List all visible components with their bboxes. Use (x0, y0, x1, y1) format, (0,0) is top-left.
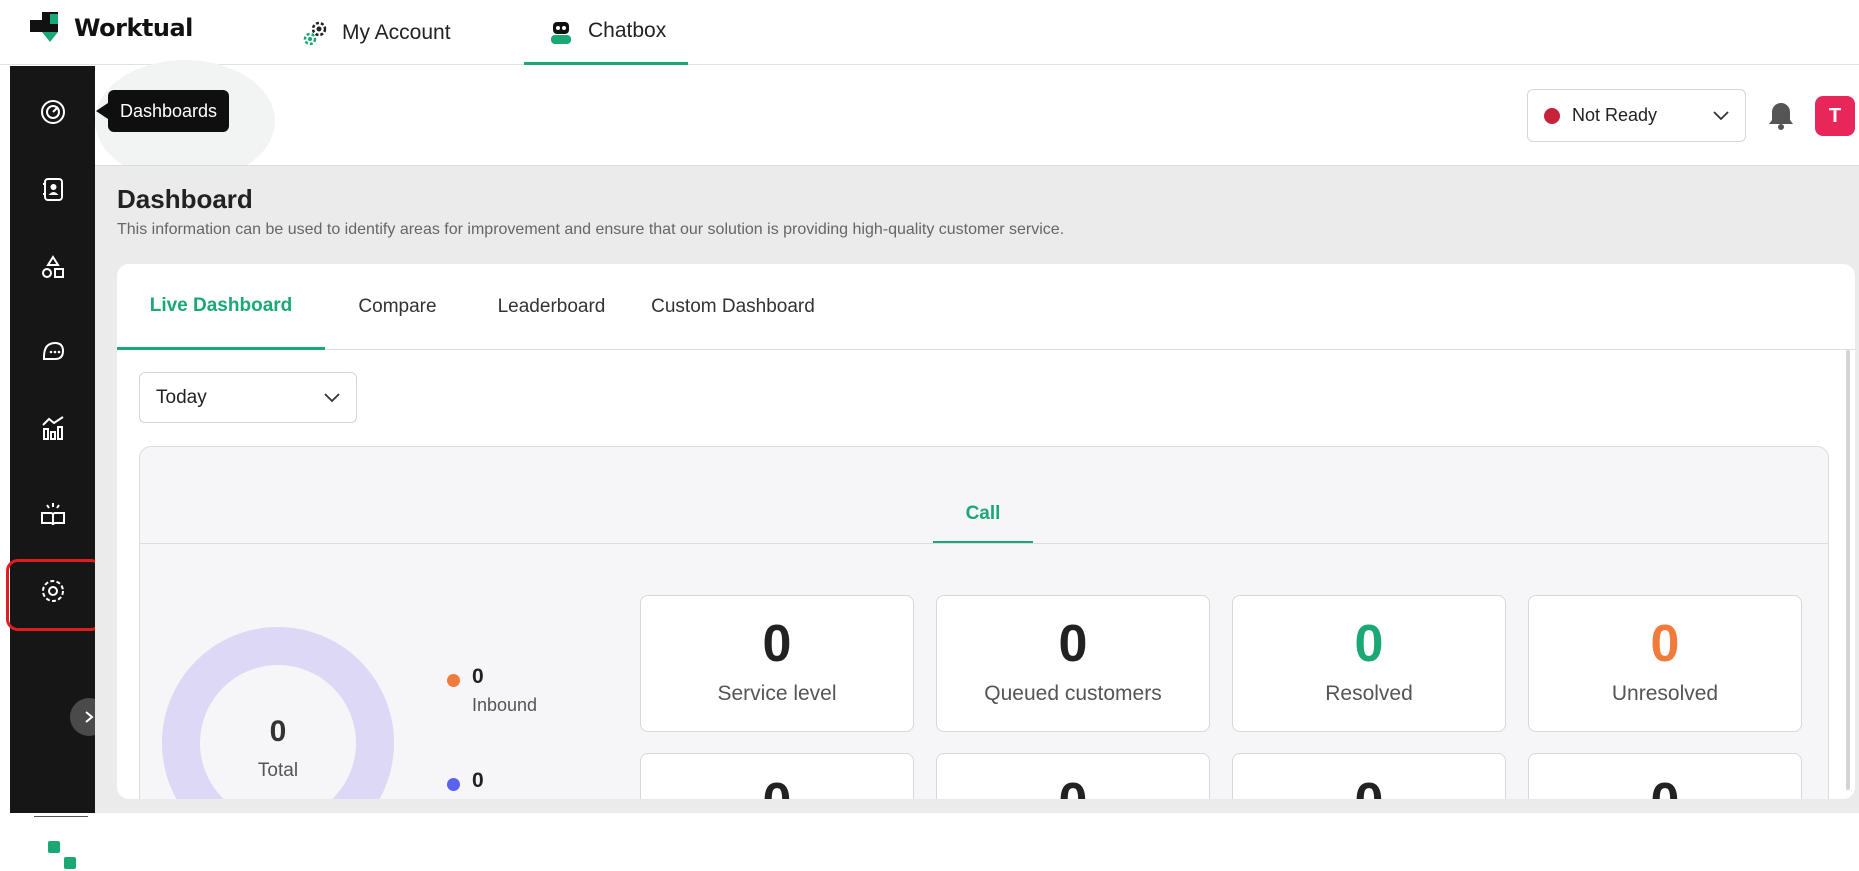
chevron-down-icon (324, 392, 340, 402)
stat-card: 0 (1528, 753, 1802, 799)
tab-leaderboard[interactable]: Leaderboard (470, 264, 633, 350)
legend-dot-secondary (447, 778, 460, 791)
legend-secondary: 0 (447, 769, 484, 793)
panel-divider (140, 543, 1828, 544)
sidebar-item-dashboards[interactable] (10, 82, 95, 142)
stat-service-level: 0 Service level (640, 595, 914, 732)
total-donut-chart: 0 Total (162, 627, 394, 799)
tab-live-dashboard[interactable]: Live Dashboard (117, 264, 325, 350)
stat-card-value: 0 (763, 772, 792, 799)
sidebar-item-chat[interactable] (10, 320, 95, 380)
stat-card: 0 (936, 753, 1210, 799)
stat-card-value: 0 (1355, 772, 1384, 799)
stat-queued-customers-value: 0 (1058, 615, 1088, 673)
stat-resolved: 0 Resolved (1232, 595, 1506, 732)
status-dot (1544, 107, 1560, 124)
stat-service-level-label: Service level (717, 682, 837, 705)
stat-card-value: 0 (1651, 772, 1680, 799)
stat-unresolved-label: Unresolved (1611, 682, 1719, 705)
apps-icon[interactable] (46, 839, 78, 871)
sidebar-item-shapes[interactable] (10, 237, 95, 297)
sidebar-tooltip: Dashboards (95, 90, 230, 132)
dashboard-card: Live Dashboard Compare Leaderboard Custo… (117, 264, 1855, 799)
scrollbar[interactable] (1846, 350, 1850, 790)
sidebar-divider (34, 816, 88, 817)
date-range-select[interactable]: Today (139, 372, 357, 423)
contact-book-icon (42, 178, 63, 201)
notification-bell-icon[interactable] (1766, 100, 1796, 132)
stat-unresolved: 0 Unresolved (1528, 595, 1802, 732)
legend-inbound: 0 Inbound (447, 665, 537, 716)
chevron-down-icon (1713, 110, 1729, 120)
analytics-icon (41, 416, 64, 440)
tab-my-account-label: My Account (342, 20, 451, 44)
tab-chatbox[interactable]: Chatbox (524, 0, 689, 65)
donut-total-value: 0 (269, 715, 287, 748)
legend-secondary-value: 0 (472, 769, 484, 792)
chevron-right-icon (85, 711, 94, 723)
tab-custom-dashboard[interactable]: Custom Dashboard (633, 264, 833, 350)
top-bar: Worktual My Account Chatbox (0, 0, 1859, 65)
brand-name: Worktual (74, 14, 193, 42)
stat-resolved-value: 0 (1354, 615, 1384, 673)
gauge-icon (40, 100, 65, 124)
donut-total-label: Total (257, 760, 299, 781)
stat-resolved-label: Resolved (1325, 682, 1413, 705)
sidebar-item-reports[interactable] (10, 398, 95, 458)
stat-card-value: 0 (1059, 772, 1088, 799)
sidebar-item-contacts[interactable] (10, 159, 95, 219)
gear-icon (300, 18, 330, 48)
stat-unresolved-value: 0 (1650, 615, 1680, 673)
settings-highlight-outline (6, 559, 103, 631)
stat-queued-customers-label: Queued customers (984, 682, 1162, 705)
agent-status-select[interactable]: Not Ready (1527, 89, 1746, 142)
shapes-icon (41, 255, 64, 278)
brand[interactable]: Worktual (28, 10, 193, 46)
dashboard-tabs: Live Dashboard Compare Leaderboard Custo… (117, 264, 1855, 350)
stat-card: 0 (640, 753, 914, 799)
stat-queued-customers: 0 Queued customers (936, 595, 1210, 732)
tab-my-account[interactable]: My Account (300, 0, 451, 65)
date-range-value: Today (156, 386, 207, 408)
stat-service-level-value: 0 (762, 615, 792, 673)
sidebar-item-knowledge[interactable] (10, 484, 95, 544)
page-subtitle: This information can be used to identify… (117, 221, 1065, 238)
worktual-logo-icon (30, 12, 58, 42)
page-title: Dashboard (117, 184, 253, 214)
avatar[interactable]: T (1815, 96, 1855, 136)
tab-compare[interactable]: Compare (325, 264, 470, 350)
legend-inbound-value: 0 (472, 665, 484, 688)
legend-dot-inbound (447, 674, 460, 687)
book-icon (40, 503, 65, 526)
robot-icon (546, 16, 576, 46)
chat-bubble-icon (42, 341, 64, 360)
agent-status-label: Not Ready (1572, 105, 1658, 125)
legend-inbound-label: Inbound (472, 695, 538, 715)
tab-chatbox-label: Chatbox (588, 19, 667, 42)
stat-card: 0 (1232, 753, 1506, 799)
tab-call[interactable]: Call (933, 487, 1033, 543)
call-panel: Call 0 Total 0 Inbound 0 0 Service level… (139, 446, 1829, 799)
